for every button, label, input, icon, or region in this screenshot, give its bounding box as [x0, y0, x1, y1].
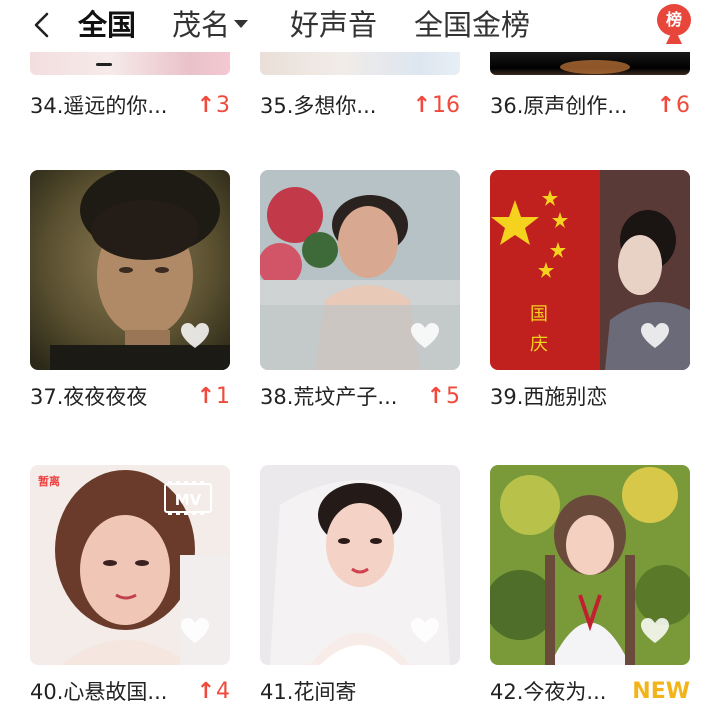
favorite-button[interactable]	[410, 322, 440, 350]
arrow-up-icon: ↑	[196, 679, 215, 704]
active-tab-indicator	[96, 63, 112, 66]
rank-change-value: 5	[446, 384, 460, 409]
tab-national-gold-chart[interactable]: 全国金榜	[414, 6, 530, 44]
song-cover-partial[interactable]	[30, 52, 230, 75]
heart-icon	[411, 618, 439, 643]
rank-change-value: 3	[216, 93, 230, 118]
song-title: 38.荒坟产子...	[260, 385, 398, 409]
favorite-button[interactable]	[180, 322, 210, 350]
mv-label: MV	[175, 491, 202, 509]
song-label-row: 41.花间寄	[260, 678, 460, 706]
song-cover[interactable]: 国 庆	[490, 170, 690, 370]
song-title: 41.花间寄	[260, 680, 357, 704]
overlay-char: 庆	[530, 334, 548, 355]
rank-change: ↑16	[413, 92, 460, 120]
trophy-icon: 榜	[657, 4, 691, 36]
arrow-up-icon: ↑	[196, 384, 215, 409]
song-card[interactable]: 国 庆 39.西施别恋	[490, 170, 690, 409]
tab-maoming-label: 茂名	[172, 8, 231, 42]
song-cover[interactable]	[260, 170, 460, 370]
heart-icon	[181, 618, 209, 643]
chart-trophy-button[interactable]: 榜	[654, 4, 694, 48]
song-cover[interactable]: 暂离 MV	[30, 465, 230, 665]
song-label-row: 42.今夜为... NEW	[490, 678, 690, 706]
song-cover-partial[interactable]	[260, 52, 460, 75]
song-label-row: 40.心悬故国... ↑4	[30, 678, 230, 706]
arrow-up-icon: ↑	[196, 93, 215, 118]
rank-change: ↑4	[197, 678, 230, 706]
corner-tag: 暂离	[38, 475, 60, 488]
favorite-button[interactable]	[640, 322, 670, 350]
song-card[interactable]: 37.夜夜夜夜 ↑1	[30, 170, 230, 409]
song-title: 36.原声创作...	[490, 94, 628, 118]
rank-change: ↑6	[657, 92, 690, 120]
song-title: 40.心悬故国...	[30, 680, 168, 704]
song-label-row[interactable]: 35.多想你... ↑16	[260, 92, 460, 120]
song-card[interactable]: 暂离 MV 40.心悬故国... ↑4	[30, 465, 230, 704]
song-label-row: 37.夜夜夜夜 ↑1	[30, 383, 230, 411]
favorite-button[interactable]	[640, 617, 670, 645]
song-card[interactable]: 38.荒坟产子... ↑5	[260, 170, 460, 409]
song-label-row: 38.荒坟产子... ↑5	[260, 383, 460, 411]
song-card[interactable]: 42.今夜为... NEW	[490, 465, 690, 704]
song-title: 37.夜夜夜夜	[30, 385, 148, 409]
song-label-row[interactable]: 36.原声创作... ↑6	[490, 92, 690, 120]
song-label-row[interactable]: 34.遥远的你... ↑3	[30, 92, 230, 120]
song-title: 39.西施别恋	[490, 385, 608, 409]
song-title: 42.今夜为...	[490, 680, 607, 704]
rank-change-value: 16	[432, 93, 460, 118]
song-cover[interactable]	[30, 170, 230, 370]
arrow-up-icon: ↑	[426, 384, 445, 409]
rank-change-value: 6	[676, 93, 690, 118]
trophy-stand	[666, 34, 682, 44]
heart-icon	[181, 323, 209, 348]
tab-national[interactable]: 全国	[78, 6, 136, 44]
heart-icon	[641, 323, 669, 348]
tab-good-voice[interactable]: 好声音	[290, 6, 377, 44]
rank-change: ↑3	[197, 92, 230, 120]
rank-change-value: 1	[216, 384, 230, 409]
new-badge: NEW	[632, 679, 690, 704]
song-title: 34.遥远的你...	[30, 94, 168, 118]
caret-down-icon	[234, 20, 249, 28]
mv-icon: MV	[164, 481, 212, 515]
rank-change: ↑1	[197, 383, 230, 411]
chevron-left-icon	[34, 12, 49, 38]
song-label-row: 39.西施别恋	[490, 383, 690, 411]
tab-maoming[interactable]: 茂名	[172, 6, 249, 44]
overlay-char: 国	[530, 304, 548, 325]
song-title: 35.多想你...	[260, 94, 377, 118]
heart-icon	[641, 618, 669, 643]
favorite-button[interactable]	[410, 617, 440, 645]
heart-icon	[411, 323, 439, 348]
song-card[interactable]: 41.花间寄	[260, 465, 460, 704]
song-cover[interactable]	[260, 465, 460, 665]
back-button[interactable]	[28, 10, 58, 40]
song-cover[interactable]	[490, 465, 690, 665]
top-nav-bar: 全国 茂名 好声音 全国金榜 榜	[0, 0, 720, 52]
favorite-button[interactable]	[180, 617, 210, 645]
mv-badge[interactable]: MV	[164, 481, 212, 515]
rank-change-value: 4	[216, 679, 230, 704]
rank-change: ↑5	[427, 383, 460, 411]
arrow-up-icon: ↑	[412, 93, 431, 118]
song-cover-partial[interactable]	[490, 52, 690, 75]
arrow-up-icon: ↑	[656, 93, 675, 118]
